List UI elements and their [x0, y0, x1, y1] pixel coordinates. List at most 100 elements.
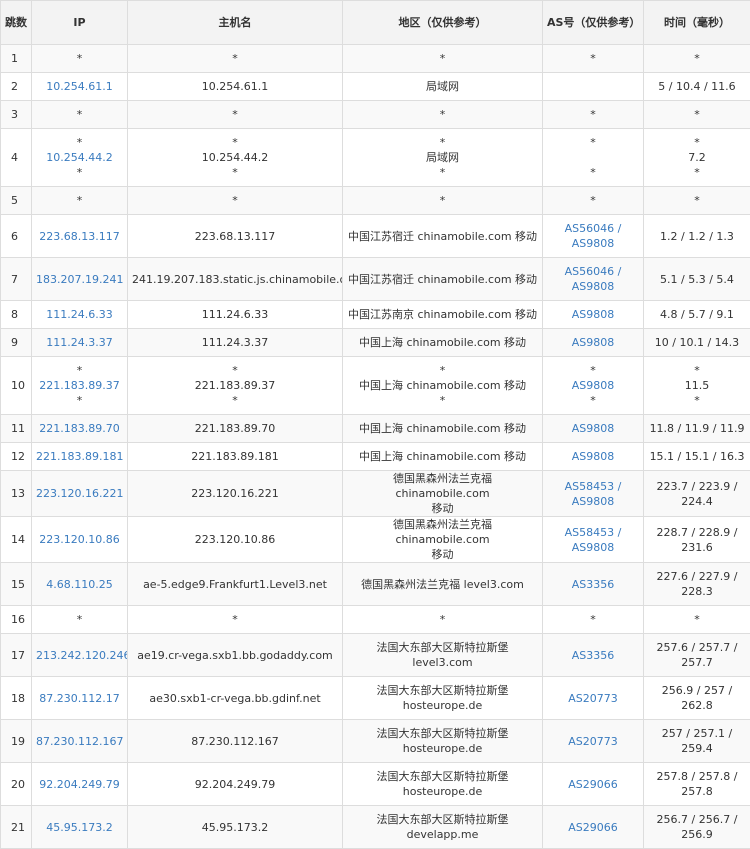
ip-cell: 183.207.19.241: [32, 258, 128, 301]
as-link[interactable]: AS29066: [547, 820, 639, 835]
as-link[interactable]: AS20773: [547, 691, 639, 706]
ip-cell: 213.242.120.246: [32, 634, 128, 677]
ip-link[interactable]: 87.230.112.167: [36, 734, 123, 749]
region-cell: 中国江苏南京 chinamobile.com 移动: [343, 301, 543, 329]
as-link[interactable]: AS9808: [547, 378, 639, 393]
region-cell-text: hosteurope.de: [347, 784, 538, 799]
region-cell-text: 德国黑森州法兰克福 level3.com: [347, 577, 538, 592]
as-cell-text: *: [547, 193, 639, 208]
hostname-cell: *221.183.89.37*: [128, 357, 343, 415]
ip-link[interactable]: 221.183.89.70: [36, 421, 123, 436]
region-cell-text: 局域网: [347, 79, 538, 94]
region-cell-text: 德国黑森州法兰克福 chinamobile.com: [347, 471, 538, 501]
ip-link[interactable]: 111.24.6.33: [36, 307, 123, 322]
region-cell: 法国大东部大区斯特拉斯堡hosteurope.de: [343, 677, 543, 720]
time-cell: 10 / 10.1 / 14.3: [644, 329, 750, 357]
as-cell-text: *: [547, 165, 639, 180]
hop-cell: 21: [1, 806, 32, 849]
hostname-cell-text: 92.204.249.79: [132, 777, 338, 792]
as-link[interactable]: AS9808: [547, 279, 639, 294]
region-cell-text: 法国大东部大区斯特拉斯堡: [347, 812, 538, 827]
as-link[interactable]: AS9808: [547, 494, 639, 509]
region-cell-text: 移动: [347, 501, 538, 516]
as-link[interactable]: AS9808: [547, 307, 639, 322]
ip-link[interactable]: 87.230.112.17: [36, 691, 123, 706]
as-link[interactable]: AS9808: [547, 540, 639, 555]
hop-cell: 10: [1, 357, 32, 415]
time-cell: 228.7 / 228.9 /231.6: [644, 517, 750, 563]
as-link[interactable]: AS9808: [547, 335, 639, 350]
time-cell-text: *: [648, 135, 746, 150]
as-cell: AS56046 /AS9808: [543, 215, 644, 258]
as-link[interactable]: AS20773: [547, 734, 639, 749]
as-cell-text: *: [547, 363, 639, 378]
ip-link[interactable]: 221.183.89.37: [36, 378, 123, 393]
as-link[interactable]: AS9808: [547, 449, 639, 464]
ip-link[interactable]: 183.207.19.241: [36, 272, 123, 287]
table-body: 1*****210.254.61.110.254.61.1局域网5 / 10.4…: [1, 45, 750, 849]
time-cell-text: *: [648, 107, 746, 122]
ip-link[interactable]: 10.254.44.2: [36, 150, 123, 165]
hop-cell: 20: [1, 763, 32, 806]
ip-link[interactable]: 10.254.61.1: [36, 79, 123, 94]
ip-cell: 4.68.110.25: [32, 563, 128, 606]
table-row: 5*****: [1, 187, 750, 215]
region-cell: 中国上海 chinamobile.com 移动: [343, 329, 543, 357]
time-cell: 1.2 / 1.2 / 1.3: [644, 215, 750, 258]
ip-cell-text: *: [36, 193, 123, 208]
as-link[interactable]: AS58453 /: [547, 479, 639, 494]
ip-link[interactable]: 45.95.173.2: [36, 820, 123, 835]
hostname-cell: 223.120.10.86: [128, 517, 343, 563]
as-link[interactable]: AS29066: [547, 777, 639, 792]
as-link[interactable]: AS3356: [547, 648, 639, 663]
ip-link[interactable]: 111.24.3.37: [36, 335, 123, 350]
ip-link[interactable]: 92.204.249.79: [36, 777, 123, 792]
hostname-cell-text: *: [132, 135, 338, 150]
as-cell-text: [547, 150, 639, 165]
region-cell: 德国黑森州法兰克福 chinamobile.com移动: [343, 517, 543, 563]
as-link[interactable]: AS56046 /: [547, 264, 639, 279]
hostname-cell-text: 45.95.173.2: [132, 820, 338, 835]
as-cell-text: *: [547, 107, 639, 122]
region-cell-text: 中国上海 chinamobile.com 移动: [347, 449, 538, 464]
as-cell: *: [543, 45, 644, 73]
as-cell: AS29066: [543, 806, 644, 849]
ip-link[interactable]: 221.183.89.181: [36, 449, 123, 464]
hostname-cell-text: *: [132, 363, 338, 378]
as-cell: AS9808: [543, 443, 644, 471]
table-row: 11221.183.89.70221.183.89.70中国上海 chinamo…: [1, 415, 750, 443]
ip-link[interactable]: 223.120.10.86: [36, 532, 123, 547]
region-cell-text: 中国江苏宿迁 chinamobile.com 移动: [347, 272, 538, 287]
hostname-cell: 45.95.173.2: [128, 806, 343, 849]
hostname-cell: *: [128, 45, 343, 73]
as-link[interactable]: AS3356: [547, 577, 639, 592]
ip-cell: *: [32, 101, 128, 129]
as-cell: *: [543, 606, 644, 634]
as-cell: AS29066: [543, 763, 644, 806]
ip-link[interactable]: 213.242.120.246: [36, 648, 123, 663]
header-hostname: 主机名: [128, 1, 343, 45]
as-link[interactable]: AS9808: [547, 236, 639, 251]
hostname-cell: ae-5.edge9.Frankfurt1.Level3.net: [128, 563, 343, 606]
region-cell: *: [343, 45, 543, 73]
ip-link[interactable]: 4.68.110.25: [36, 577, 123, 592]
table-row: 1*****: [1, 45, 750, 73]
ip-link[interactable]: 223.68.13.117: [36, 229, 123, 244]
as-link[interactable]: AS58453 /: [547, 525, 639, 540]
region-cell-text: *: [347, 135, 538, 150]
region-cell-text: 移动: [347, 547, 538, 562]
ip-cell-text: *: [36, 107, 123, 122]
ip-cell: 223.120.10.86: [32, 517, 128, 563]
as-link[interactable]: AS9808: [547, 421, 639, 436]
hostname-cell: 10.254.61.1: [128, 73, 343, 101]
header-ip: IP: [32, 1, 128, 45]
region-cell-text: 法国大东部大区斯特拉斯堡: [347, 769, 538, 784]
as-link[interactable]: AS56046 /: [547, 221, 639, 236]
region-cell: 中国江苏宿迁 chinamobile.com 移动: [343, 215, 543, 258]
ip-link[interactable]: 223.120.16.221: [36, 486, 123, 501]
hop-cell: 7: [1, 258, 32, 301]
time-cell-text: 256.7 / 256.7 /: [648, 812, 746, 827]
ip-cell: 10.254.61.1: [32, 73, 128, 101]
time-cell-text: 11.5: [648, 378, 746, 393]
ip-cell: 92.204.249.79: [32, 763, 128, 806]
